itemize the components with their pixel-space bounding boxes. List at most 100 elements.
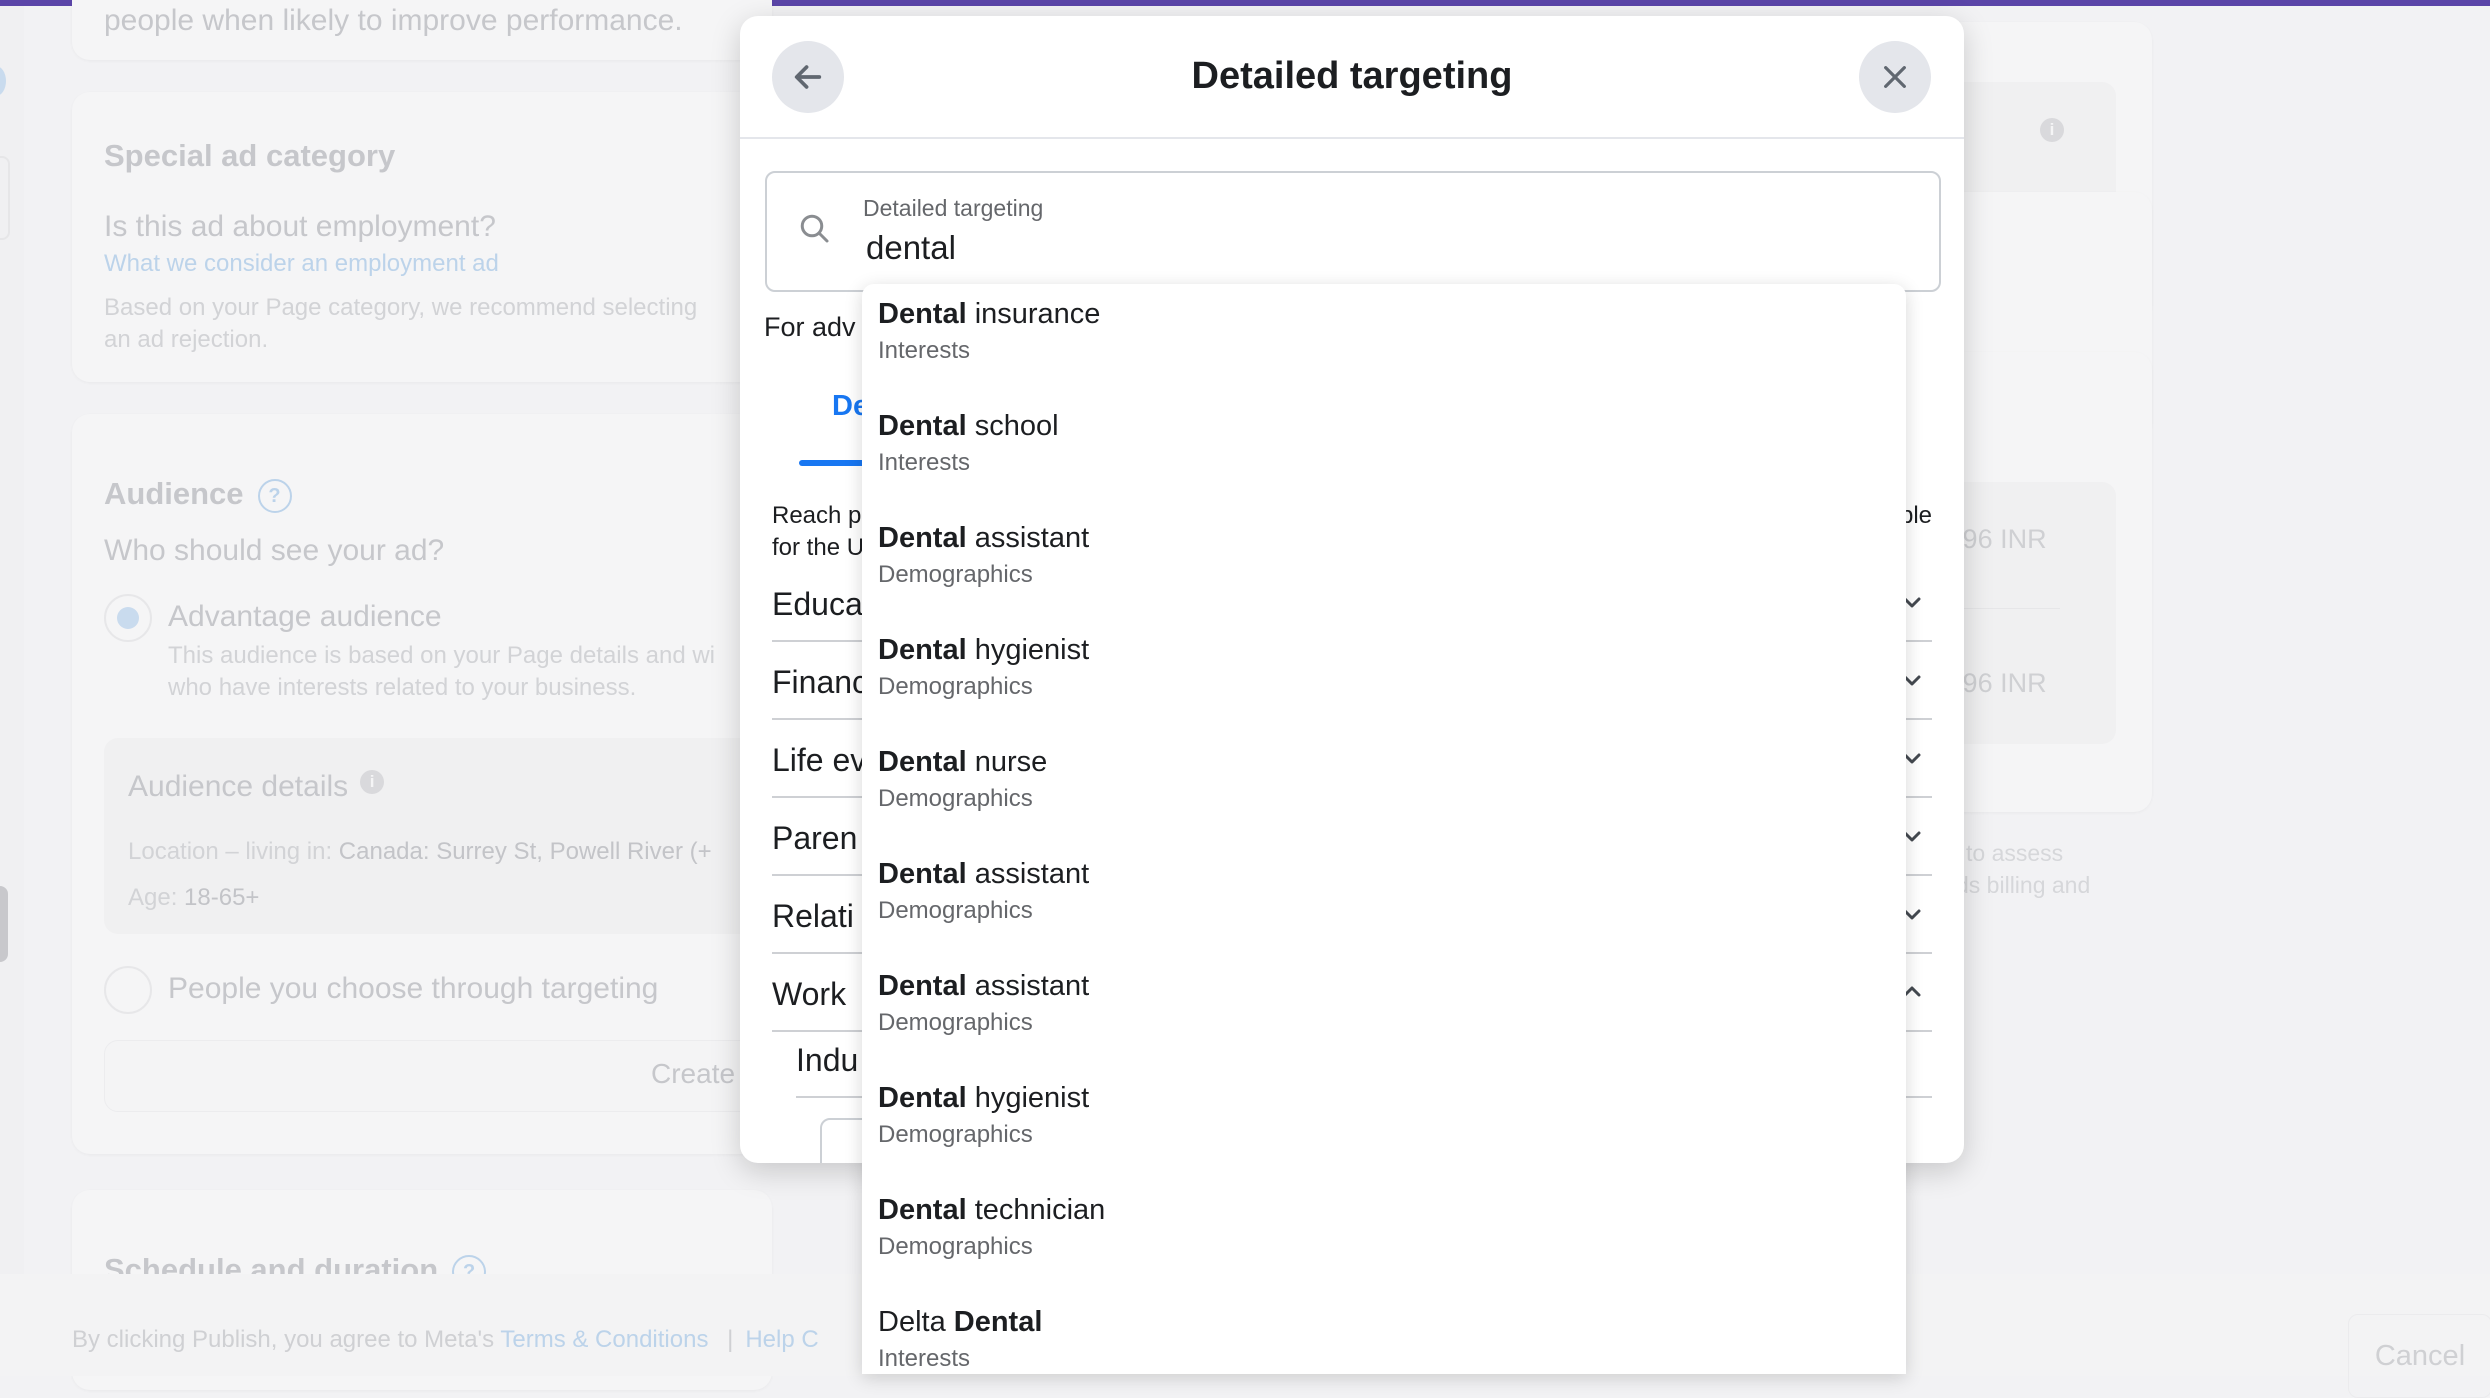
search-result-item[interactable]: Dental technician Demographics (862, 1184, 1906, 1296)
left-rail (0, 6, 24, 1370)
intro-text: For adv (764, 312, 856, 342)
result-title: Dental assistant (878, 970, 1089, 1003)
modal-title: Detailed targeting (1191, 55, 1513, 97)
result-title-match: Dental (878, 1082, 967, 1114)
search-result-item[interactable]: Delta Dental Interests (862, 1296, 1906, 1374)
audience-details-box: Audience details i Location – living in: … (104, 738, 764, 934)
result-title-match: Dental (878, 970, 967, 1002)
search-input[interactable] (866, 229, 1866, 267)
targeting-audience-radio[interactable] (104, 966, 152, 1014)
performance-text: people when likely to improve performanc… (104, 4, 683, 37)
result-category: Demographics (878, 1009, 1033, 1036)
result-category: Demographics (878, 897, 1033, 924)
result-category: Demographics (878, 673, 1033, 700)
result-title-rest: school (966, 410, 1059, 442)
right-note-1: to assess (1966, 840, 2064, 866)
result-title-rest: hygienist (966, 1082, 1090, 1114)
employment-ad-link[interactable]: What we consider an employment ad (104, 250, 499, 278)
search-result-item[interactable]: Dental nurse Demographics (862, 736, 1906, 848)
right-note-2: ds billing and (1956, 872, 2091, 898)
result-title-match: Dental (878, 634, 967, 666)
special-ad-card: Special ad category Is this ad about emp… (72, 92, 772, 382)
search-result-item[interactable]: Dental assistant Demographics (862, 960, 1906, 1072)
rail-box (0, 156, 10, 240)
info-icon[interactable]: i (360, 770, 385, 794)
result-title-rest: insurance (966, 298, 1101, 330)
location-line: Location – living in: Canada: Surrey St,… (128, 836, 712, 868)
category-label: Life ev (772, 742, 867, 778)
search-icon (800, 214, 829, 243)
radio-selected-dot (117, 607, 139, 629)
create-label: Create (651, 1058, 736, 1089)
result-category: Interests (878, 1345, 971, 1372)
result-title-match: Dental (878, 858, 967, 890)
search-label: Detailed targeting (863, 195, 1044, 221)
result-title: Delta Dental (878, 1306, 1042, 1339)
result-title-rest: hygienist (966, 634, 1090, 666)
question-circle-icon[interactable]: ? (257, 478, 292, 513)
result-category: Demographics (878, 561, 1033, 588)
advantage-audience-label: Advantage audience (168, 600, 442, 633)
help-link[interactable]: Help C (745, 1326, 818, 1353)
result-title-match: Dental (878, 1194, 967, 1226)
search-result-item[interactable]: Dental assistant Demographics (862, 848, 1906, 960)
result-title: Dental assistant (878, 522, 1089, 555)
special-ad-note-1: Based on your Page category, we recommen… (104, 294, 698, 321)
create-audience-button[interactable]: Create (104, 1040, 786, 1112)
search-result-item[interactable]: Dental hygienist Demographics (862, 624, 1906, 736)
advantage-audience-desc-1: This audience is based on your Page deta… (168, 642, 716, 669)
arrow-left-icon (794, 65, 822, 89)
category-label: Relati (772, 898, 854, 934)
result-title-rest: nurse (966, 746, 1048, 778)
result-title: Dental hygienist (878, 1082, 1089, 1115)
result-category: Demographics (878, 1233, 1033, 1260)
employment-question: Is this ad about employment? (104, 210, 496, 243)
terms-link[interactable]: Terms & Conditions (500, 1326, 708, 1353)
category-label: Educa (772, 586, 863, 622)
targeting-audience-label: People you choose through targeting (168, 972, 659, 1005)
audience-title-text: Audience (104, 476, 244, 511)
subcategory-label: Indu (796, 1042, 859, 1078)
audience-card: Audience? Who should see your ad? Advant… (72, 414, 786, 1154)
result-title-rest: assistant (966, 522, 1090, 554)
result-category: Interests (878, 337, 971, 364)
special-ad-note-2: an ad rejection. (104, 326, 269, 353)
result-title: Dental insurance (878, 298, 1100, 331)
location-value: Canada: Surrey St, Powell River (+ (338, 838, 712, 865)
search-result-item[interactable]: Dental assistant Demographics (862, 512, 1906, 624)
result-title: Dental nurse (878, 746, 1047, 779)
search-result-item[interactable]: Dental school Interests (862, 400, 1906, 512)
result-title: Dental assistant (878, 858, 1089, 891)
footer-text: By clicking Publish, you agree to Meta's (72, 1326, 501, 1353)
result-title-rest: technician (966, 1194, 1106, 1226)
footer-legal: By clicking Publish, you agree to Meta's… (72, 1326, 819, 1354)
search-result-item[interactable]: Dental insurance Interests (862, 288, 1906, 400)
age-label: Age: (128, 884, 185, 911)
result-title-prefix: Delta (878, 1306, 954, 1338)
footer-separator: | (727, 1326, 734, 1353)
result-category: Demographics (878, 1121, 1033, 1148)
back-button[interactable] (772, 41, 844, 113)
result-category: Demographics (878, 785, 1033, 812)
modal-header: Detailed targeting (740, 16, 1964, 139)
location-label: Location – living in: (128, 838, 339, 865)
advantage-audience-radio[interactable] (104, 594, 152, 642)
rail-tab[interactable] (0, 886, 8, 962)
performance-card: people when likely to improve performanc… (72, 0, 772, 60)
audience-question: Who should see your ad? (104, 534, 445, 567)
audience-title: Audience? (104, 476, 292, 513)
advantage-audience-desc-2: who have interests related to your busin… (168, 674, 637, 701)
result-title-match: Dental (878, 298, 967, 330)
search-result-item[interactable]: Dental hygienist Demographics (862, 1072, 1906, 1184)
close-button[interactable] (1859, 41, 1931, 113)
result-title-match: Dental (953, 1306, 1043, 1338)
result-title-rest: assistant (966, 970, 1090, 1002)
cancel-button[interactable]: Cancel (2348, 1314, 2490, 1398)
search-results-dropdown: Dental insurance Interests Dental school In… (862, 284, 1906, 1374)
result-title-match: Dental (878, 746, 967, 778)
result-title: Dental school (878, 410, 1059, 443)
info-icon[interactable]: i (2040, 118, 2064, 142)
age-value: 18-65+ (184, 884, 260, 911)
detailed-targeting-search[interactable]: Detailed targeting (765, 171, 1941, 292)
result-title-rest: assistant (966, 858, 1090, 890)
